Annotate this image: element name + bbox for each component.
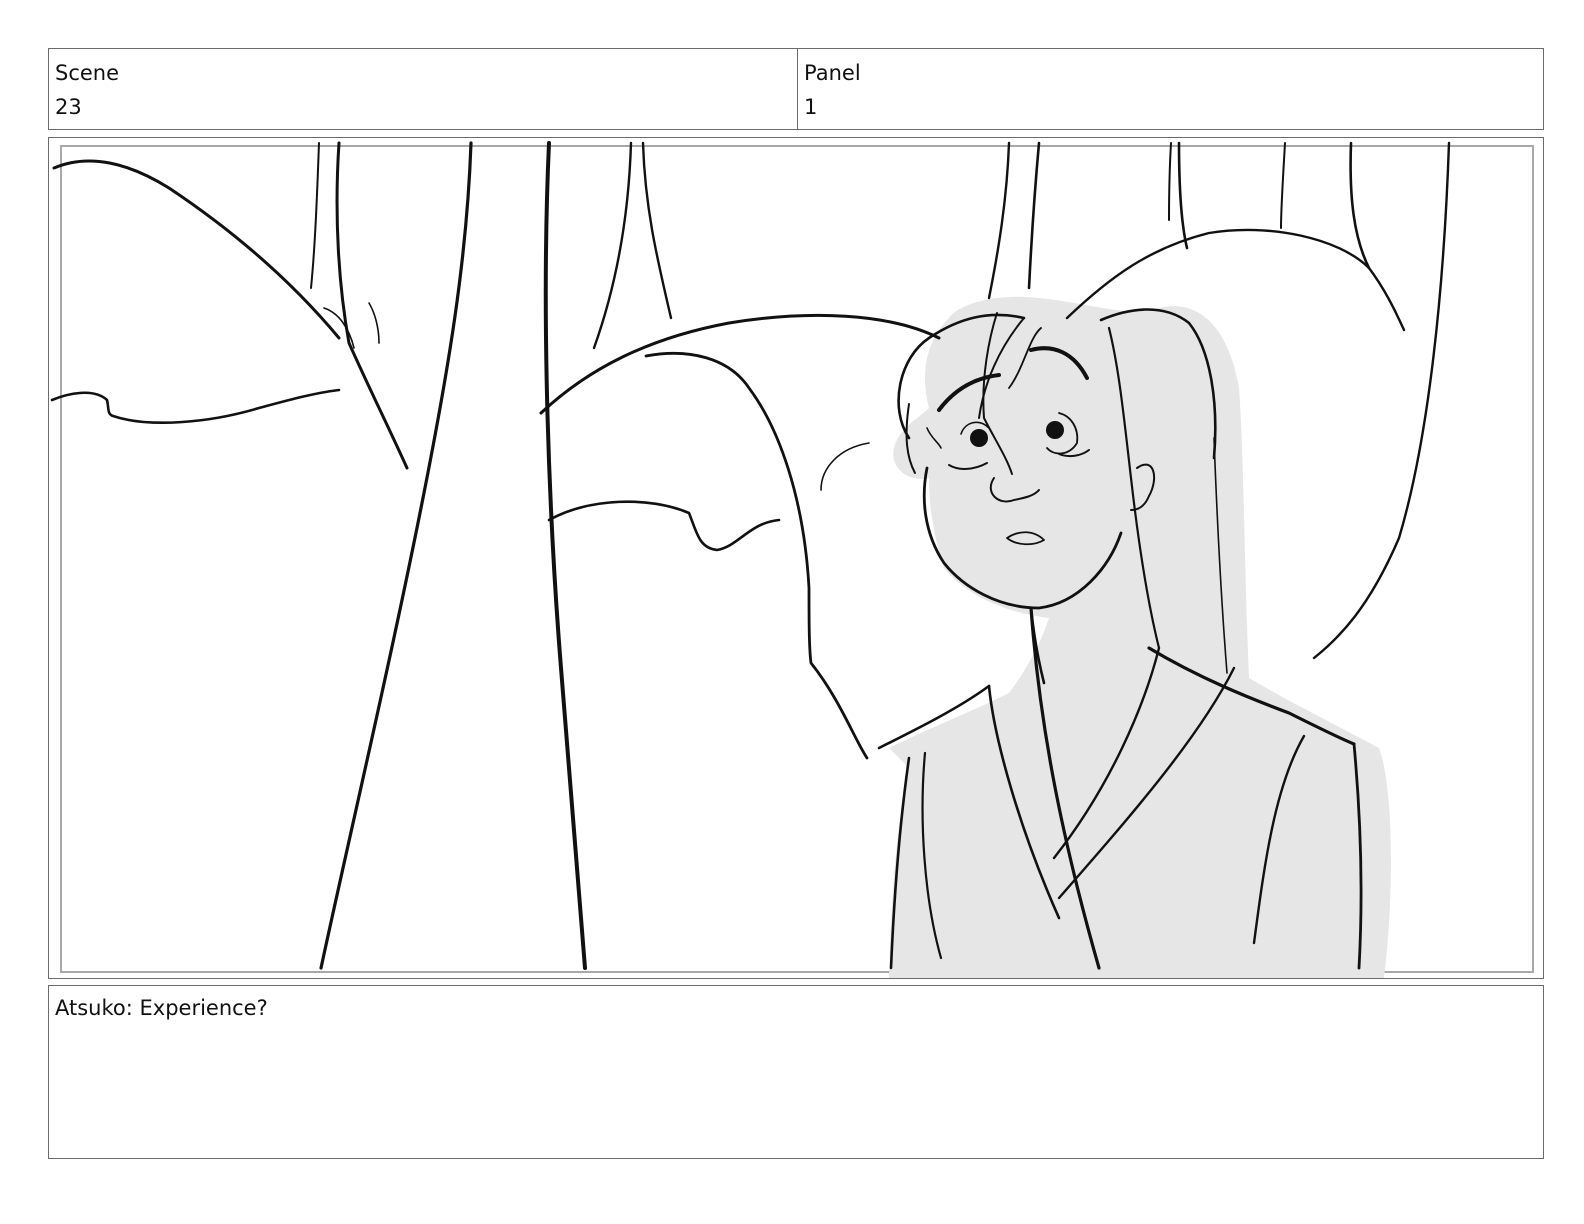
scene-label: Scene (55, 61, 120, 85)
storyboard-header: Scene 23 Panel 1 (48, 48, 1544, 130)
dialogue-box: Atsuko: Experience? (48, 985, 1544, 1159)
dialogue-text: Atsuko: Experience? (55, 996, 268, 1020)
character-fill (889, 296, 1391, 978)
panel-label: Panel (804, 61, 861, 85)
storyboard-sketch (50, 141, 1534, 978)
panel-frame (48, 137, 1544, 979)
panel-number: 1 (804, 95, 818, 119)
scene-number: 23 (55, 95, 82, 119)
scene-cell: Scene 23 (49, 49, 798, 129)
panel-cell: Panel 1 (798, 49, 1543, 129)
